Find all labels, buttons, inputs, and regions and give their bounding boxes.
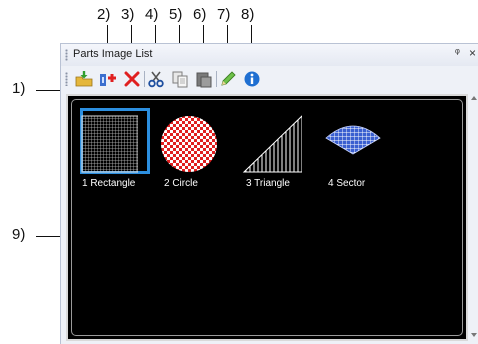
panel-titlebar[interactable]: Parts Image List ᵠ × xyxy=(61,44,478,66)
scroll-up-arrow-icon[interactable] xyxy=(471,96,477,100)
parts-image-list-panel: Parts Image List ᵠ × 1 Rectangle 2 Circl… xyxy=(60,43,478,344)
image-list-frame: 1 Rectangle 2 Circle 3 Triangle 4 Sector xyxy=(71,99,463,336)
triangle-hatch-thumbnail xyxy=(242,115,302,173)
callout-7: 7) xyxy=(217,6,231,23)
pin-icon[interactable]: ᵠ xyxy=(455,47,460,59)
callout-5: 5) xyxy=(169,6,183,23)
paste-icon[interactable] xyxy=(195,70,213,88)
panel-title: Parts Image List xyxy=(73,48,153,60)
info-icon[interactable] xyxy=(243,70,261,88)
cut-icon[interactable] xyxy=(147,70,165,88)
image-item-sector[interactable]: 4 Sector xyxy=(318,100,398,190)
add-part-icon[interactable] xyxy=(99,70,117,88)
titlebar-grip[interactable] xyxy=(65,49,68,61)
delete-icon[interactable] xyxy=(123,70,141,88)
scroll-down-arrow-icon[interactable] xyxy=(471,333,477,337)
image-item-rectangle[interactable]: 1 Rectangle xyxy=(72,100,152,190)
vertical-scrollbar[interactable] xyxy=(469,94,478,341)
callout-9: 9) xyxy=(12,226,26,243)
copy-icon[interactable] xyxy=(171,70,189,88)
toolbar-separator xyxy=(216,71,217,87)
callout-3: 3) xyxy=(121,6,135,23)
sector-mesh-thumbnail xyxy=(325,125,381,155)
image-item-circle[interactable]: 2 Circle xyxy=(154,100,234,190)
toolbar-separator xyxy=(144,71,145,87)
callout-8: 8) xyxy=(241,6,255,23)
callout-4: 4) xyxy=(145,6,159,23)
image-label: 2 Circle xyxy=(164,178,198,189)
callout-1: 1) xyxy=(12,80,26,97)
close-icon[interactable]: × xyxy=(469,46,476,60)
parts-image-list-view[interactable]: 1 Rectangle 2 Circle 3 Triangle 4 Sector xyxy=(66,94,468,341)
image-item-triangle[interactable]: 3 Triangle xyxy=(236,100,316,190)
callout-2: 2) xyxy=(97,6,111,23)
toolbar-grip[interactable] xyxy=(65,72,68,86)
import-folder-icon[interactable] xyxy=(75,70,93,88)
rectangle-hatch-thumbnail xyxy=(81,115,138,173)
circle-checker-thumbnail xyxy=(161,116,217,172)
toolbar xyxy=(61,66,478,92)
callout-6: 6) xyxy=(193,6,207,23)
image-label: 3 Triangle xyxy=(246,178,290,189)
image-label: 1 Rectangle xyxy=(82,178,136,189)
image-label: 4 Sector xyxy=(328,178,366,189)
edit-pencil-icon[interactable] xyxy=(219,70,237,88)
